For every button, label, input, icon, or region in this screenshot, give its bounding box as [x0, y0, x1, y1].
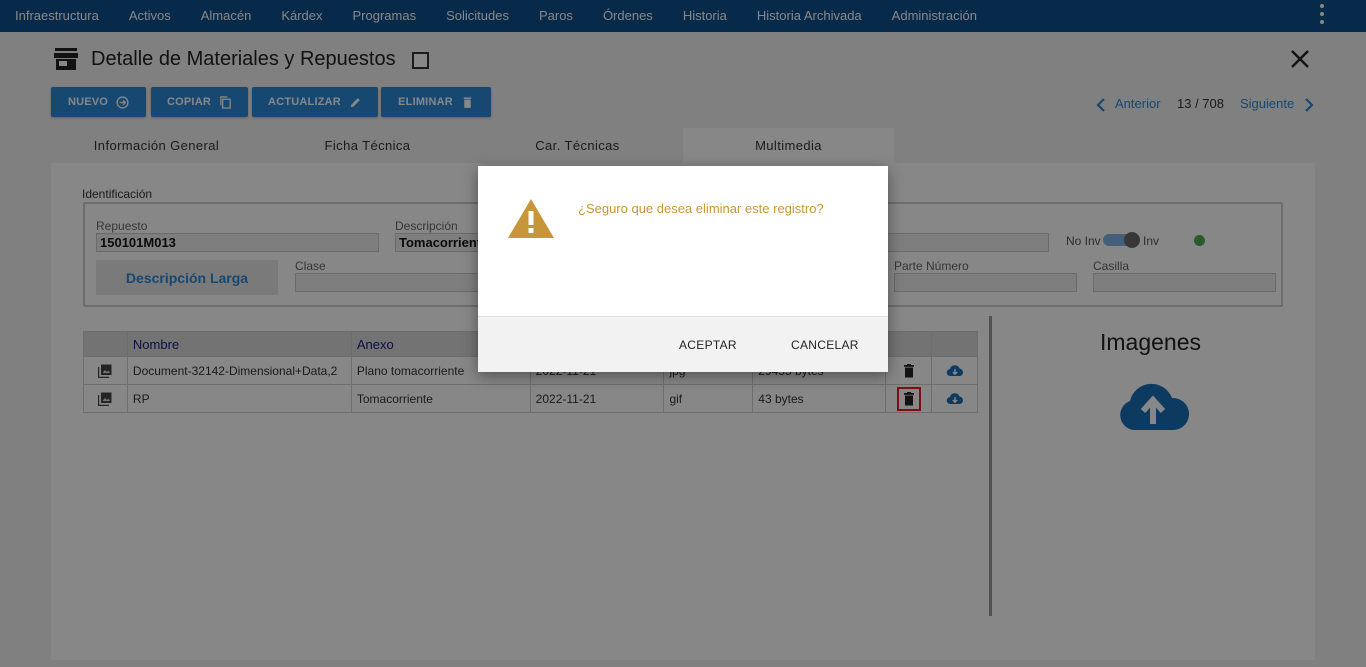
cancelar-button[interactable]: CANCELAR [791, 338, 859, 352]
warning-icon [508, 199, 554, 238]
dialog-message: ¿Seguro que desea eliminar este registro… [578, 201, 824, 216]
confirm-delete-dialog: ¿Seguro que desea eliminar este registro… [478, 166, 888, 372]
aceptar-button[interactable]: ACEPTAR [679, 338, 737, 352]
